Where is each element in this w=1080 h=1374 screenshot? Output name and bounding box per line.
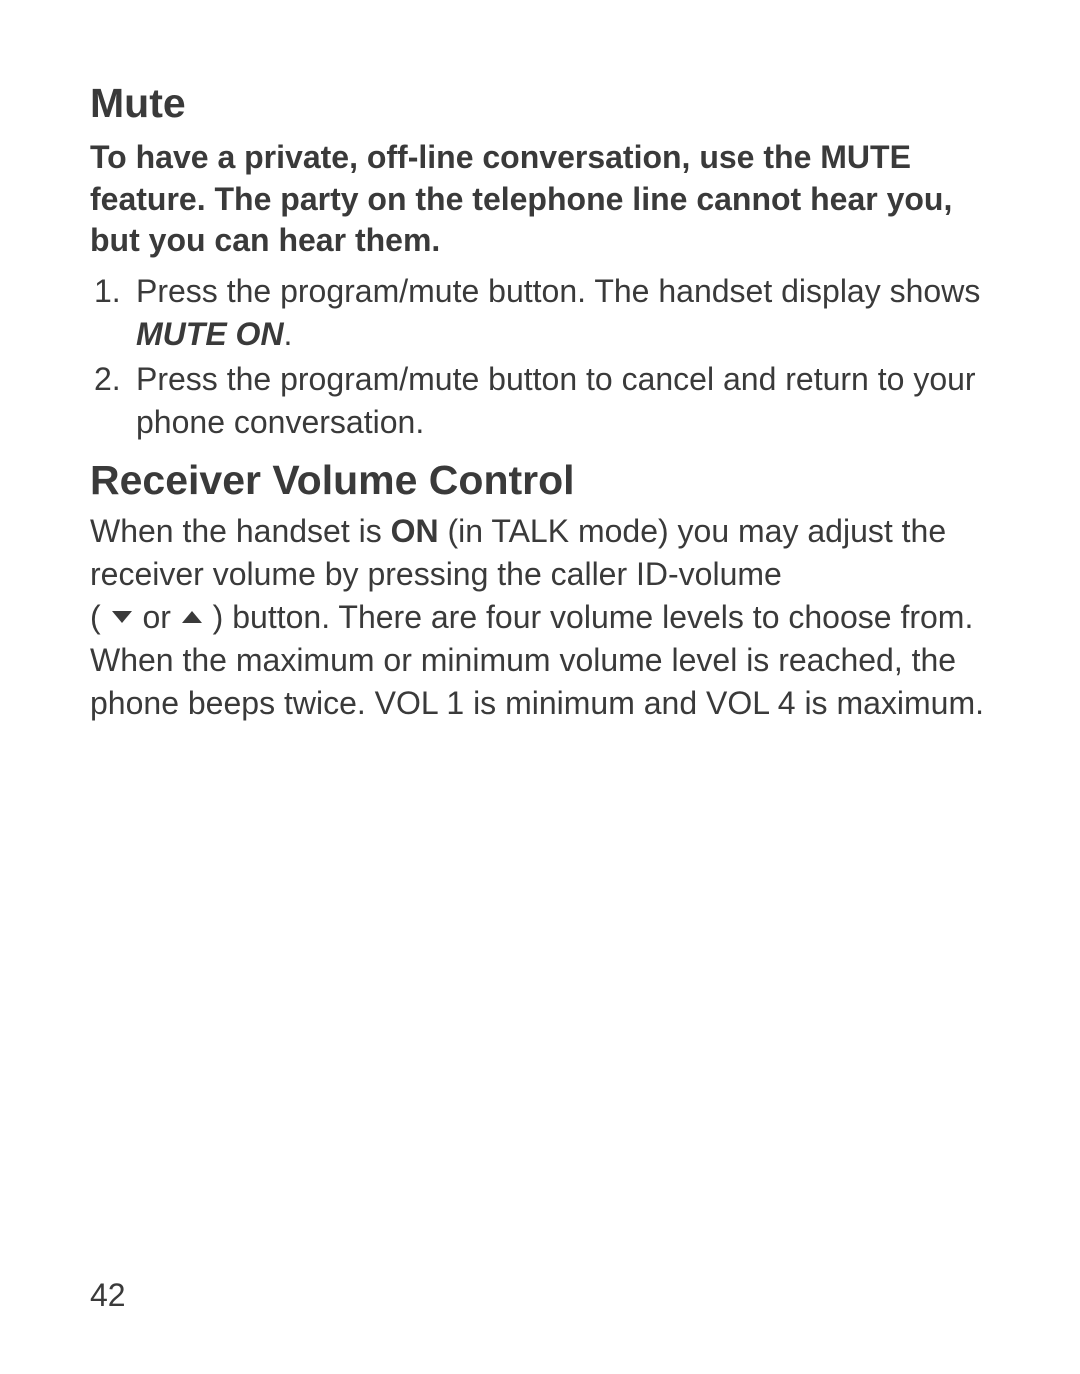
volume-text-or: or (134, 599, 180, 635)
mute-steps-list: Press the program/mute button. The hands… (90, 270, 990, 445)
list-item: Press the program/mute button to cancel … (90, 358, 990, 444)
list-item: Press the program/mute button. The hands… (90, 270, 990, 356)
step-text-prefix: Press the program/mute button. The hands… (136, 273, 980, 309)
volume-heading: Receiver Volume Control (90, 457, 990, 504)
volume-text-bold: ON (391, 513, 439, 549)
step-text-prefix: Press the program/mute button to cancel … (136, 361, 976, 440)
mute-intro-text: To have a private, off-line conversation… (90, 137, 990, 262)
step-text-suffix: . (284, 316, 293, 352)
volume-body-text: When the handset is ON (in TALK mode) yo… (90, 510, 990, 726)
volume-text-part4: ) button. There are four volume levels t… (90, 599, 984, 721)
mute-heading: Mute (90, 80, 990, 127)
triangle-up-icon (182, 611, 202, 623)
volume-text-part3: ( (90, 599, 110, 635)
triangle-down-icon (112, 611, 132, 623)
volume-text-part1: When the handset is (90, 513, 391, 549)
page-number: 42 (90, 1277, 126, 1314)
step-text-emphasis: MUTE ON (136, 316, 284, 352)
